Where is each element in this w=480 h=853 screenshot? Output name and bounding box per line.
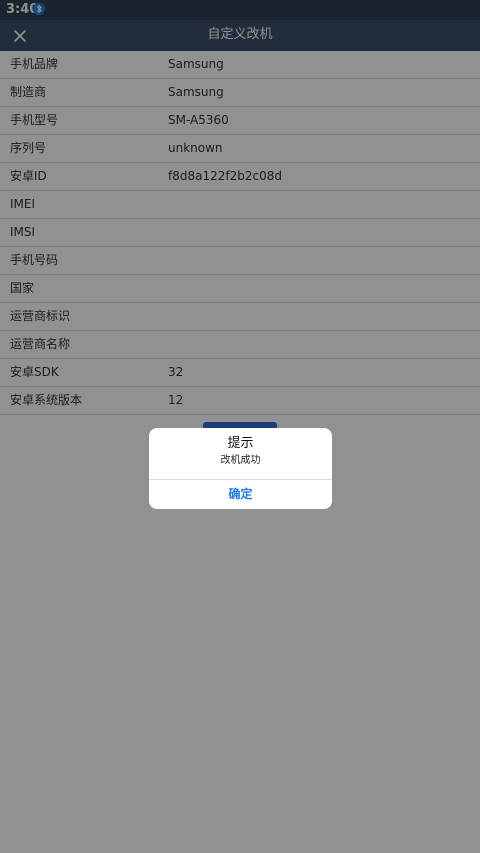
- dialog-title: 提示: [227, 436, 254, 451]
- modal-overlay[interactable]: [0, 0, 480, 853]
- alert-dialog: 提示 改机成功 确定: [149, 428, 332, 509]
- confirm-button[interactable]: 确定: [149, 480, 332, 509]
- dialog-message: 改机成功: [220, 455, 261, 466]
